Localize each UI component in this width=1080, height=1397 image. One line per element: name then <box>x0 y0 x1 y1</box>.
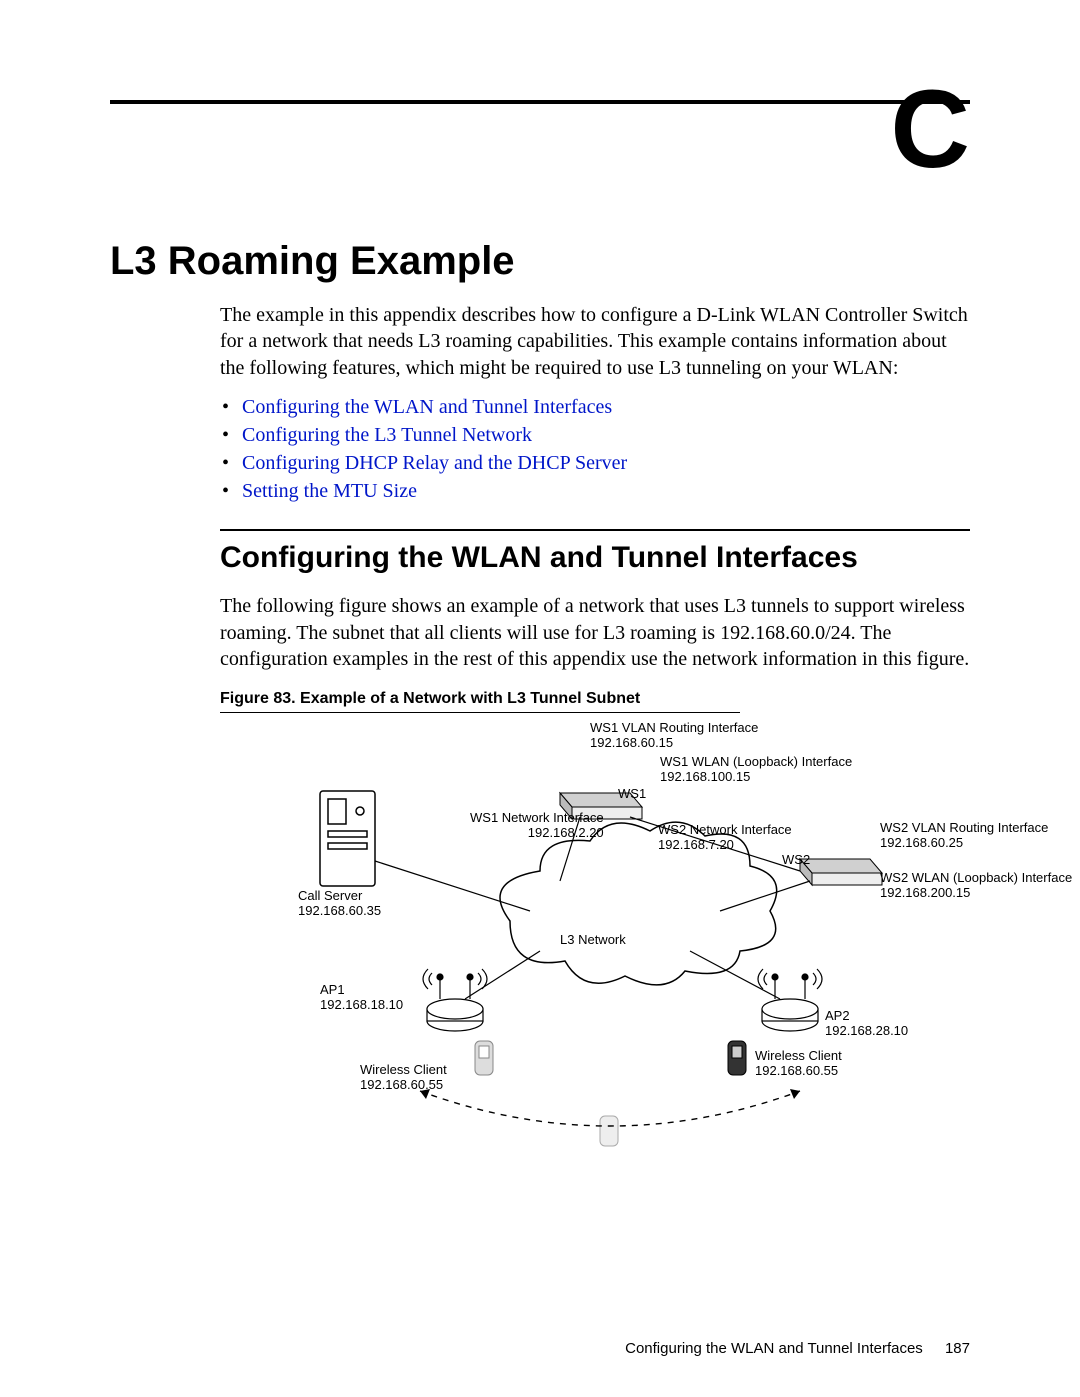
call-server-label: Call Server192.168.60.35 <box>298 889 381 919</box>
intro-block: The example in this appendix describes h… <box>220 302 970 505</box>
ap1-label: AP1192.168.18.10 <box>320 983 403 1013</box>
phone1-icon <box>475 1041 493 1075</box>
toc-link[interactable]: Configuring the WLAN and Tunnel Interfac… <box>220 393 970 421</box>
intro-paragraph: The example in this appendix describes h… <box>220 302 970 381</box>
ws1-net-label: WS1 Network Interface192.168.2.20 <box>470 811 604 841</box>
section-rule <box>220 529 970 531</box>
ws2-box-label: WS2 <box>782 853 810 868</box>
phone2-icon <box>728 1041 746 1075</box>
ws1-loopback-label: WS1 WLAN (Loopback) Interface192.168.100… <box>660 755 852 785</box>
switch-ws2-icon <box>800 859 882 885</box>
toc-link[interactable]: Configuring DHCP Relay and the DHCP Serv… <box>220 449 970 477</box>
ws2-vlan-label: WS2 VLAN Routing Interface192.168.60.25 <box>880 821 1048 851</box>
ap1-icon <box>423 969 487 1031</box>
network-diagram: WS1 VLAN Routing Interface192.168.60.15 … <box>260 721 1080 1151</box>
arrow-right <box>790 1089 800 1099</box>
footer-page-number: 187 <box>945 1340 970 1357</box>
appendix-letter: C <box>891 75 970 185</box>
ws2-net-label: WS2 Network Interface192.168.7.20 <box>658 823 792 853</box>
toc-link[interactable]: Configuring the L3 Tunnel Network <box>220 421 970 449</box>
ws2-loopback-label: WS2 WLAN (Loopback) Interface192.168.200… <box>880 871 1072 901</box>
ws1-box-label: WS1 <box>618 787 646 802</box>
page-title: L3 Roaming Example <box>110 239 970 284</box>
l3-network-label: L3 Network <box>560 933 626 948</box>
phone3-icon <box>600 1116 618 1146</box>
ws1-vlan-label: WS1 VLAN Routing Interface192.168.60.15 <box>590 721 758 751</box>
section-heading: Configuring the WLAN and Tunnel Interfac… <box>220 541 970 575</box>
footer-title: Configuring the WLAN and Tunnel Interfac… <box>625 1340 923 1357</box>
ap2-label: AP2192.168.28.10 <box>825 1009 908 1039</box>
wireless-client2-label: Wireless Client192.168.60.55 <box>755 1049 842 1079</box>
ap2-icon <box>758 969 822 1031</box>
page: C L3 Roaming Example The example in this… <box>0 0 1080 1397</box>
toc-links: Configuring the WLAN and Tunnel Interfac… <box>220 393 970 505</box>
toc-link[interactable]: Setting the MTU Size <box>220 477 970 505</box>
section-block: The following figure shows an example of… <box>220 593 970 1151</box>
page-footer: Configuring the WLAN and Tunnel Interfac… <box>625 1340 970 1357</box>
section-paragraph: The following figure shows an example of… <box>220 593 970 672</box>
figure-rule <box>220 712 740 713</box>
top-rule <box>110 100 970 104</box>
figure-caption: Figure 83. Example of a Network with L3 … <box>220 690 970 708</box>
wireless-client1-label: Wireless Client192.168.60.55 <box>360 1063 447 1093</box>
server-icon <box>320 791 375 886</box>
